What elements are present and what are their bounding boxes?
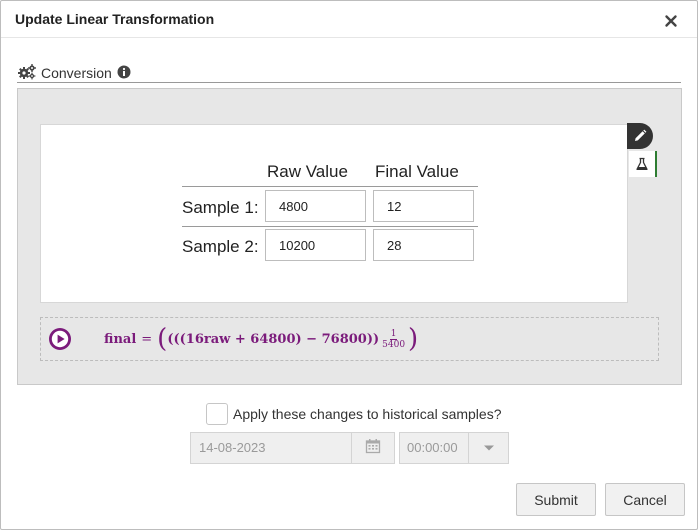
pencil-icon[interactable] xyxy=(627,123,653,149)
formula-bar: final = ( (((16raw + 64800) − 76800)) 1 … xyxy=(40,317,659,361)
section-title: Conversion xyxy=(41,65,112,81)
formula-equals: = xyxy=(141,331,153,347)
dialog-header: Update Linear Transformation xyxy=(1,1,697,38)
formula-expression: final = ( (((16raw + 64800) − 76800)) 1 … xyxy=(104,323,418,355)
play-icon[interactable] xyxy=(49,328,71,350)
gears-icon xyxy=(18,63,36,83)
formula-fraction: 1 5400 xyxy=(381,329,406,350)
update-linear-transformation-dialog: Update Linear Transformation Conversion … xyxy=(0,0,698,530)
cancel-button[interactable]: Cancel xyxy=(605,483,685,516)
formula-lhs: final xyxy=(104,331,137,347)
calendar-icon xyxy=(365,438,381,459)
time-input[interactable]: 00:00:00 xyxy=(399,432,469,464)
section-divider xyxy=(17,82,681,83)
formula-open-paren: ( xyxy=(157,324,168,354)
formula-body: (((16raw + 64800) − 76800)) xyxy=(167,331,380,347)
close-icon[interactable] xyxy=(663,13,679,29)
calculator-area: Raw Value Final Value Sample 1: Sample 2… xyxy=(40,124,628,303)
sample-2-raw-input[interactable] xyxy=(265,229,366,261)
formula-close-paren: ) xyxy=(408,324,419,354)
calendar-button[interactable] xyxy=(351,432,395,464)
fraction-denominator: 5400 xyxy=(382,339,406,350)
row-label-sample-2: Sample 2: xyxy=(182,237,259,256)
caret-down-icon xyxy=(483,439,495,457)
sample-1-final-input[interactable] xyxy=(373,190,474,222)
conversion-section-header: Conversion xyxy=(18,63,131,83)
submit-button[interactable]: Submit xyxy=(516,483,596,516)
time-dropdown-button[interactable] xyxy=(468,432,509,464)
column-header-raw: Raw Value xyxy=(267,162,348,181)
column-header-final: Final Value xyxy=(375,162,459,181)
table-divider xyxy=(182,186,478,187)
apply-historical-row: Apply these changes to historical sample… xyxy=(206,402,501,426)
row-label-sample-1: Sample 1: xyxy=(182,198,259,217)
date-input[interactable]: 14-08-2023 xyxy=(190,432,352,464)
flask-icon[interactable] xyxy=(629,151,657,177)
sample-2-final-input[interactable] xyxy=(373,229,474,261)
fraction-numerator: 1 xyxy=(389,328,398,340)
apply-historical-label: Apply these changes to historical sample… xyxy=(233,406,502,422)
apply-historical-checkbox[interactable] xyxy=(206,403,228,425)
conversion-panel: Raw Value Final Value Sample 1: Sample 2… xyxy=(17,88,682,385)
sample-1-raw-input[interactable] xyxy=(265,190,366,222)
dialog-title: Update Linear Transformation xyxy=(15,11,215,27)
table-divider xyxy=(182,226,478,227)
info-circle-icon[interactable] xyxy=(117,65,131,82)
